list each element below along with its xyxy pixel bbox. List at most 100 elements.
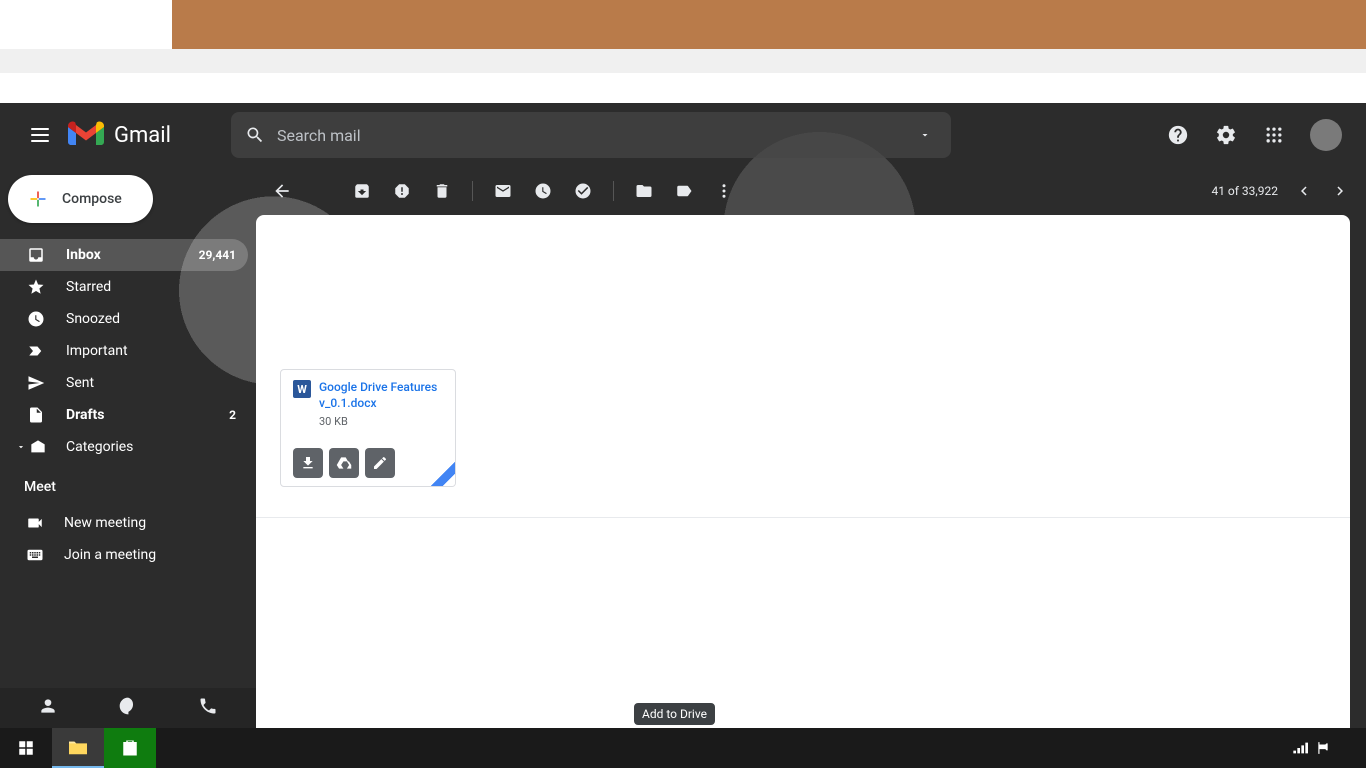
spam-icon [393,182,411,200]
gmail-logo[interactable]: Gmail [68,121,171,149]
attachment-actions [293,448,395,478]
check-icon [574,182,592,200]
taskbar-left [0,728,156,768]
apps-button[interactable] [1254,115,1294,155]
search-icon [245,125,265,145]
attachment-card[interactable]: W Google Drive Features v_0.1.docx 30 KB [280,369,456,487]
message-area: W Google Drive Features v_0.1.docx 30 KB [256,215,1350,728]
phone-icon [198,696,218,716]
bag-icon [121,739,139,757]
categories-icon [16,439,46,455]
next-button[interactable] [1330,181,1350,201]
new-meeting-button[interactable]: New meeting [24,507,232,539]
taskbar-apps [156,728,1292,768]
arrow-left-icon [272,181,292,201]
settings-button[interactable] [1206,115,1246,155]
store-button[interactable] [104,728,156,768]
inbox-icon [26,246,46,264]
flag-icon [1316,741,1330,755]
folder-icon [635,182,653,200]
label-icon [675,182,693,200]
attachment-header: W Google Drive Features v_0.1.docx 30 KB [281,370,455,438]
taskbar-tray[interactable] [1292,740,1366,756]
meet-section: Meet New meeting Join a meeting [0,479,256,571]
active-tab[interactable] [0,0,172,49]
sidebar-item-important[interactable]: Important [0,335,248,367]
help-icon [1167,124,1189,146]
nav-list: Inbox 29,441 Starred Snoozed Important [0,239,256,463]
join-meeting-button[interactable]: Join a meeting [24,539,232,571]
signal-icon [1292,740,1308,756]
search-input[interactable] [277,126,913,145]
meet-title: Meet [24,479,232,495]
snooze-button[interactable] [533,181,553,201]
clock-icon [26,310,46,328]
support-button[interactable] [1158,115,1198,155]
sidebar-item-categories[interactable]: Categories [0,431,248,463]
more-vert-icon [715,182,733,200]
move-to-button[interactable] [634,181,654,201]
download-icon [300,455,316,471]
prev-button[interactable] [1294,181,1314,201]
page-gap [0,73,1366,103]
account-avatar[interactable] [1310,119,1342,151]
message-content: W Google Drive Features v_0.1.docx 30 KB [256,215,1350,560]
labels-button[interactable] [674,181,694,201]
gmail-header: Gmail [0,103,1366,167]
compose-label: Compose [62,191,122,207]
star-icon [26,278,46,296]
mark-unread-button[interactable] [493,181,513,201]
hamburger-icon [31,128,49,142]
sidebar-item-snoozed[interactable]: Snoozed [0,303,248,335]
search-box[interactable] [231,112,951,158]
draft-icon [26,406,46,424]
windows-taskbar [0,728,1366,768]
toolbar-right: 41 of 33,922 [1211,181,1350,201]
attachment-size: 30 KB [319,415,443,428]
edit-button[interactable] [365,448,395,478]
file-explorer-button[interactable] [52,728,104,768]
word-doc-icon: W [293,380,311,398]
keyboard-icon [26,546,44,564]
apps-grid-icon [1264,125,1284,145]
archive-button[interactable] [352,181,372,201]
caret-down-icon [919,129,931,141]
download-button[interactable] [293,448,323,478]
contacts-tab[interactable] [38,696,58,720]
gmail-text: Gmail [114,123,171,148]
archive-icon [353,182,371,200]
video-icon [26,514,44,532]
compose-button[interactable]: Compose [8,175,153,223]
sidebar-bottom-tabs [0,688,256,728]
back-button[interactable] [272,181,292,201]
attachment-info: Google Drive Features v_0.1.docx 30 KB [319,380,443,428]
add-tasks-button[interactable] [573,181,593,201]
spam-button[interactable] [392,181,412,201]
gear-icon [1215,124,1237,146]
message-toolbar: 41 of 33,922 [256,167,1366,215]
mail-icon [494,182,512,200]
sidebar-item-drafts[interactable]: Drafts 2 [0,399,248,431]
drive-icon [336,455,352,471]
hangouts-tab[interactable] [118,696,138,720]
person-icon [38,696,58,716]
windows-icon [17,739,35,757]
more-button[interactable] [714,181,734,201]
gmail-m-icon [68,121,104,149]
phone-tab[interactable] [198,696,218,720]
message-divider [256,517,1350,518]
sidebar-item-inbox[interactable]: Inbox 29,441 [0,239,248,271]
add-to-drive-button[interactable] [329,448,359,478]
sidebar-item-sent[interactable]: Sent [0,367,248,399]
send-icon [26,374,46,392]
main-menu-button[interactable] [16,111,64,159]
search-options-button[interactable] [913,123,937,147]
gmail-body: Compose Inbox 29,441 Starred Snoozed [0,167,1366,728]
delete-button[interactable] [432,181,452,201]
sidebar: Compose Inbox 29,441 Starred Snoozed [0,167,256,728]
start-button[interactable] [0,728,52,768]
header-right [1158,115,1350,155]
gmail-app: Gmail [0,103,1366,728]
browser-toolbar [0,49,1366,73]
sidebar-item-starred[interactable]: Starred [0,271,248,303]
